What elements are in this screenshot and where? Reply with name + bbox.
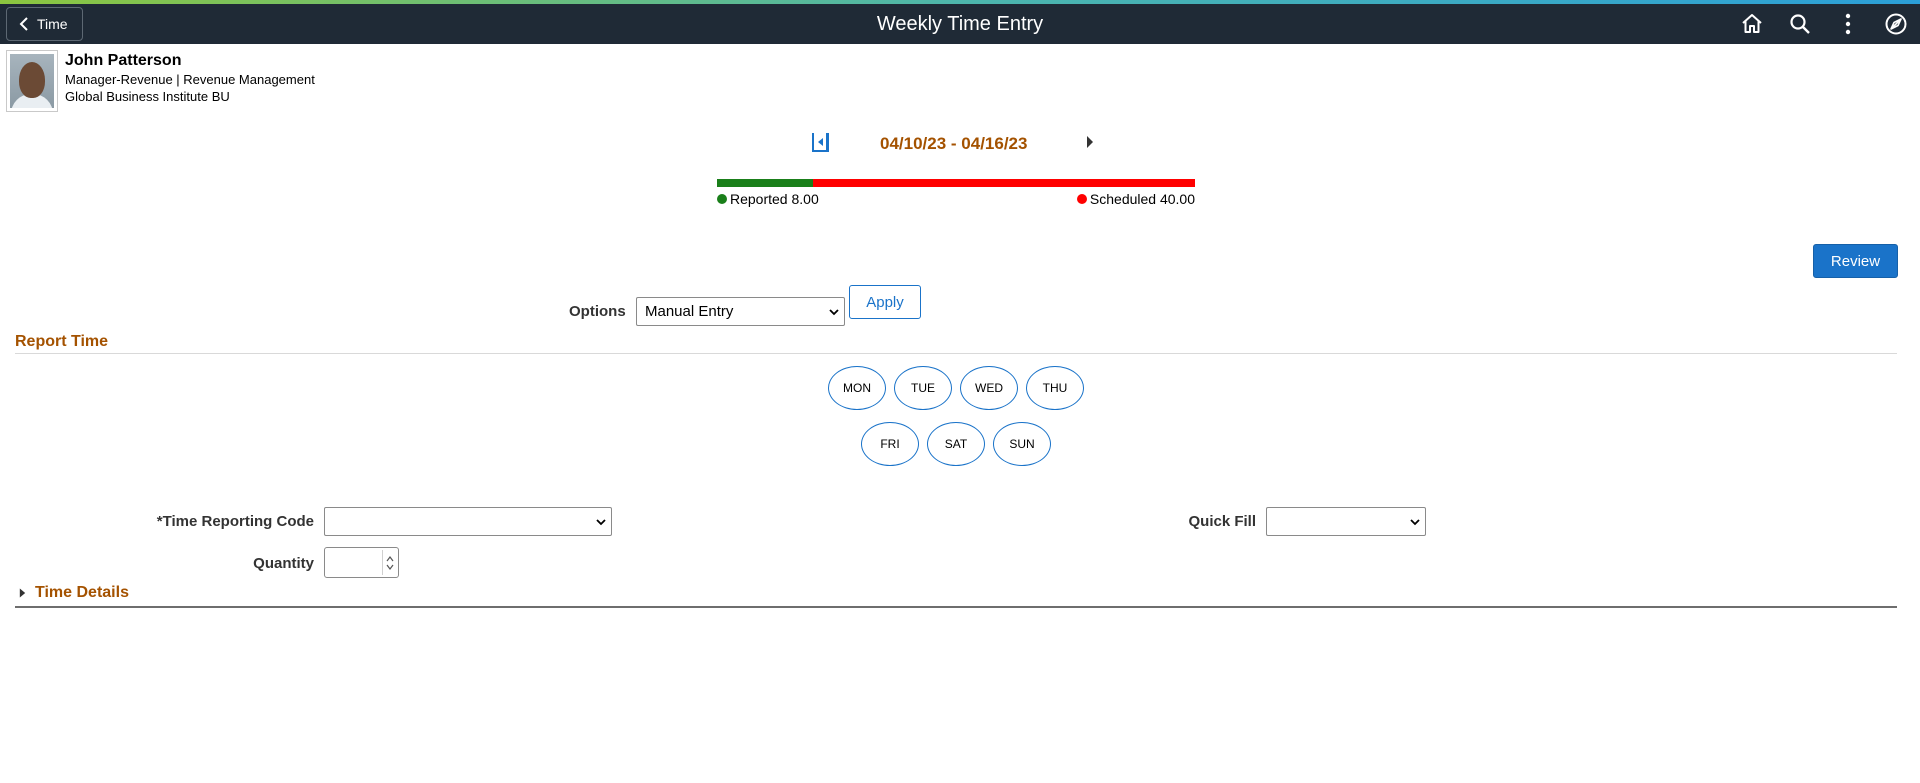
date-range: 04/10/23 - 04/16/23: [880, 134, 1028, 153]
previous-period-icon: [812, 133, 829, 152]
scheduled-dot-icon: [1076, 194, 1087, 204]
review-button[interactable]: Review: [1813, 244, 1898, 278]
day-button-mon[interactable]: MON: [828, 366, 886, 410]
apply-button[interactable]: Apply: [849, 285, 921, 319]
options-select-value: Manual Entry: [645, 303, 734, 320]
home-button[interactable]: [1735, 8, 1769, 40]
day-button-thu[interactable]: THU: [1026, 366, 1084, 410]
period-navigator: 04/10/23 - 04/16/23: [0, 128, 1920, 158]
search-icon: [1790, 14, 1810, 34]
section-divider: [15, 353, 1897, 354]
next-period-button[interactable]: [1082, 134, 1098, 150]
caret-right-icon: [19, 588, 26, 598]
quantity-spinner[interactable]: [382, 550, 396, 575]
day-button-fri[interactable]: FRI: [861, 422, 919, 466]
options-select[interactable]: Manual Entry: [636, 297, 845, 326]
time-reporting-code-label: *Time Reporting Code: [156, 513, 314, 530]
time-details-toggle[interactable]: Time Details: [18, 584, 129, 602]
quantity-label: Quantity: [253, 555, 314, 572]
report-time-heading: Report Time: [15, 333, 109, 350]
quantity-stepper[interactable]: [324, 547, 399, 578]
chevron-down-icon: [386, 564, 393, 570]
chevron-down-icon: [829, 309, 839, 316]
caret-right-icon: [1087, 136, 1093, 148]
back-button-label: Time: [37, 16, 68, 32]
more-vertical-icon: [1845, 13, 1851, 35]
quick-fill-label: Quick Fill: [1188, 513, 1256, 530]
home-icon: [1742, 14, 1762, 33]
time-details-heading: Time Details: [35, 584, 129, 601]
day-button-sun[interactable]: SUN: [993, 422, 1051, 466]
chevron-down-icon: [1410, 519, 1420, 526]
scheduled-legend: Scheduled 40.00: [1076, 191, 1195, 207]
time-details-divider: [15, 606, 1897, 608]
employee-job-title: Manager-Revenue | Revenue Management: [65, 72, 315, 87]
actions-menu-button[interactable]: [1831, 8, 1865, 40]
options-label: Options: [569, 303, 626, 320]
day-button-sat[interactable]: SAT: [927, 422, 985, 466]
search-button[interactable]: [1783, 8, 1817, 40]
navbar-button[interactable]: [1879, 8, 1913, 40]
day-button-tue[interactable]: TUE: [894, 366, 952, 410]
quick-fill-select[interactable]: [1266, 507, 1426, 536]
chevron-down-icon: [596, 519, 606, 526]
previous-period-button[interactable]: [809, 130, 833, 154]
time-reporting-code-select[interactable]: [324, 507, 612, 536]
scheduled-label: Scheduled 40.00: [1089, 191, 1195, 207]
employee-name: John Patterson: [65, 52, 182, 69]
reported-hours-fill: [717, 179, 813, 187]
employee-business-unit: Global Business Institute BU: [65, 89, 230, 104]
chevron-left-icon: [19, 17, 28, 31]
reported-label: Reported 8.00: [730, 191, 819, 207]
reported-dot-icon: [717, 194, 727, 204]
back-button[interactable]: Time: [6, 7, 83, 41]
app-header: Weekly Time Entry Time: [0, 4, 1920, 44]
hours-progress-bar: [717, 179, 1195, 187]
page-title: Weekly Time Entry: [876, 13, 1044, 35]
avatar: [6, 50, 58, 112]
chevron-up-icon: [386, 555, 393, 561]
navbar-compass-icon: [1885, 13, 1907, 35]
day-button-wed[interactable]: WED: [960, 366, 1018, 410]
reported-legend: Reported 8.00: [717, 191, 819, 207]
avatar-photo: [10, 54, 54, 108]
